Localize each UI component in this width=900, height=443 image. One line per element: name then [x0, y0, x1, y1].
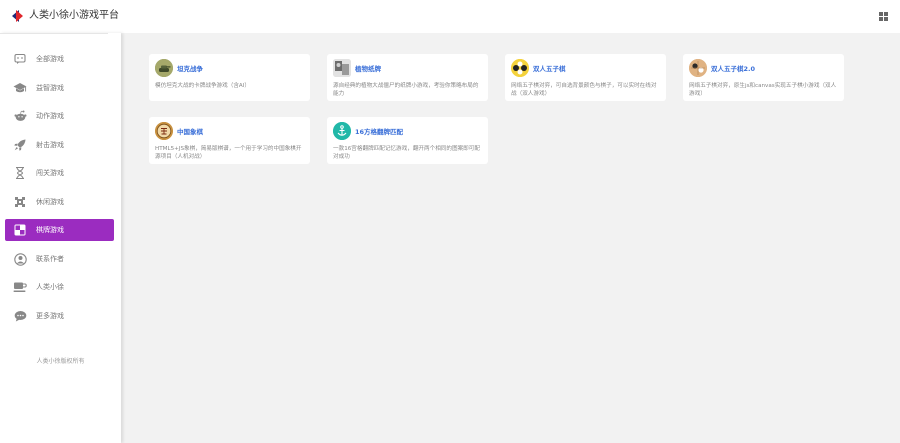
- sidebar-item-label: 人类小徐: [36, 283, 64, 291]
- sprite-icon: [13, 195, 27, 209]
- plant-card-avatar-icon: [333, 59, 351, 77]
- sidebar-item-adventure[interactable]: 闯关游戏: [5, 162, 114, 184]
- gomoku2-avatar-icon: [689, 59, 707, 77]
- sidebar-item-label: 休闲游戏: [36, 198, 64, 206]
- game-grid: 坦克战争 模仿坦克大战的卡牌战争游戏（含AI） 植物纸牌 源自经典的植物大战僵尸…: [121, 33, 900, 443]
- sidebar-divider: [0, 33, 108, 34]
- game-card-tank-war[interactable]: 坦克战争 模仿坦克大战的卡牌战争游戏（含AI）: [149, 54, 310, 101]
- chessboard-icon: [13, 223, 27, 237]
- sidebar-item-board-games[interactable]: 棋牌游戏: [5, 219, 114, 241]
- game-card-chinese-chess[interactable]: 中国象棋 HTML5+JS象棋，简易版棋谱，一个用于学习的中国象棋开源项目（人机…: [149, 117, 310, 164]
- sidebar-item-action[interactable]: 动作游戏: [5, 105, 114, 127]
- windows-icon[interactable]: [879, 12, 888, 21]
- speech-dots-icon: [13, 309, 27, 323]
- game-card-plant-cards[interactable]: 植物纸牌 源自经典的植物大战僵尸的纸牌小游戏，考验你策略布局的能力: [327, 54, 488, 101]
- game-description: 一款16宫格翻牌匹配记忆游戏，翻开两个相同的图案即可配对成功: [333, 146, 480, 160]
- sidebar-footer: 人类小徐版权所有: [36, 358, 85, 365]
- game-title: 双人五子棋2.0: [711, 65, 756, 73]
- sidebar-item-more-games[interactable]: 更多游戏: [5, 305, 114, 327]
- sidebar-item-puzzle[interactable]: 益智游戏: [5, 77, 114, 99]
- anchor-avatar-icon: [333, 122, 351, 140]
- tank-avatar-icon: [155, 59, 173, 77]
- sidebar-item-contact[interactable]: 联系作者: [5, 248, 114, 270]
- sidebar-item-label: 棋牌游戏: [36, 226, 64, 234]
- game-description: 源自经典的植物大战僵尸的纸牌小游戏，考验你策略布局的能力: [333, 83, 479, 97]
- brand-title: 人类小徐小游戏平台: [29, 10, 119, 21]
- rocket-icon: [13, 138, 27, 152]
- brand-logo-icon: [12, 9, 24, 22]
- sidebar-item-label: 益智游戏: [36, 84, 64, 92]
- game-card-gomoku[interactable]: 双人五子棋 网络五子棋对弈，可自选背景颜色与棋子，可以实时在线对战（双人游戏）: [505, 54, 666, 101]
- user-circle-icon: [13, 252, 27, 266]
- sidebar-item-label: 全部游戏: [36, 55, 64, 63]
- sidebar-item-label: 动作游戏: [36, 112, 64, 120]
- sidebar-item-label: 射击游戏: [36, 141, 64, 149]
- game-title: 中国象棋: [177, 128, 203, 136]
- game-description: HTML5+JS象棋，简易版棋谱，一个用于学习的中国象棋开源项目（人机对战）: [155, 146, 302, 160]
- sidebar-item-label: 联系作者: [36, 255, 64, 263]
- coffee-cup-icon: [13, 280, 27, 294]
- game-description: 网络五子棋对弈，原生js和canvas实现五子棋小游戏（双人游戏）: [689, 83, 837, 97]
- chat-bubble-icon: [13, 52, 27, 66]
- sidebar-item-shooting[interactable]: 射击游戏: [5, 134, 114, 156]
- game-title: 双人五子棋: [533, 65, 566, 73]
- sidebar-item-label: 更多游戏: [36, 312, 64, 320]
- sidebar-item-casual[interactable]: 休闲游戏: [5, 191, 114, 213]
- hourglass-icon: [13, 166, 27, 180]
- game-title: 坦克战争: [177, 65, 203, 73]
- graduation-cap-icon: [13, 81, 27, 95]
- game-card-gomoku-2[interactable]: 双人五子棋2.0 网络五子棋对弈，原生js和canvas实现五子棋小游戏（双人游…: [683, 54, 844, 101]
- gomoku-avatar-icon: [511, 59, 529, 77]
- top-bar: 人类小徐小游戏平台: [0, 0, 900, 33]
- chinese-chess-avatar-icon: [155, 122, 173, 140]
- sidebar-item-about[interactable]: 人类小徐: [5, 276, 114, 298]
- sidebar-item-label: 闯关游戏: [36, 169, 64, 177]
- reddit-alien-icon: [13, 109, 27, 123]
- brand[interactable]: 人类小徐小游戏平台: [12, 9, 119, 22]
- game-title: 植物纸牌: [355, 65, 381, 73]
- game-title: 16方格翻牌匹配: [355, 128, 404, 136]
- sidebar: 全部游戏 益智游戏 动作游戏 射击游戏 闯关游戏 休闲游戏 棋牌游戏 联系作者 …: [0, 33, 121, 443]
- game-description: 模仿坦克大战的卡牌战争游戏（含AI）: [155, 83, 250, 89]
- game-description: 网络五子棋对弈，可自选背景颜色与棋子，可以实时在线对战（双人游戏）: [511, 83, 657, 97]
- sidebar-item-all-games[interactable]: 全部游戏: [5, 48, 114, 70]
- game-card-card-match[interactable]: 16方格翻牌匹配 一款16宫格翻牌匹配记忆游戏，翻开两个相同的图案即可配对成功: [327, 117, 488, 164]
